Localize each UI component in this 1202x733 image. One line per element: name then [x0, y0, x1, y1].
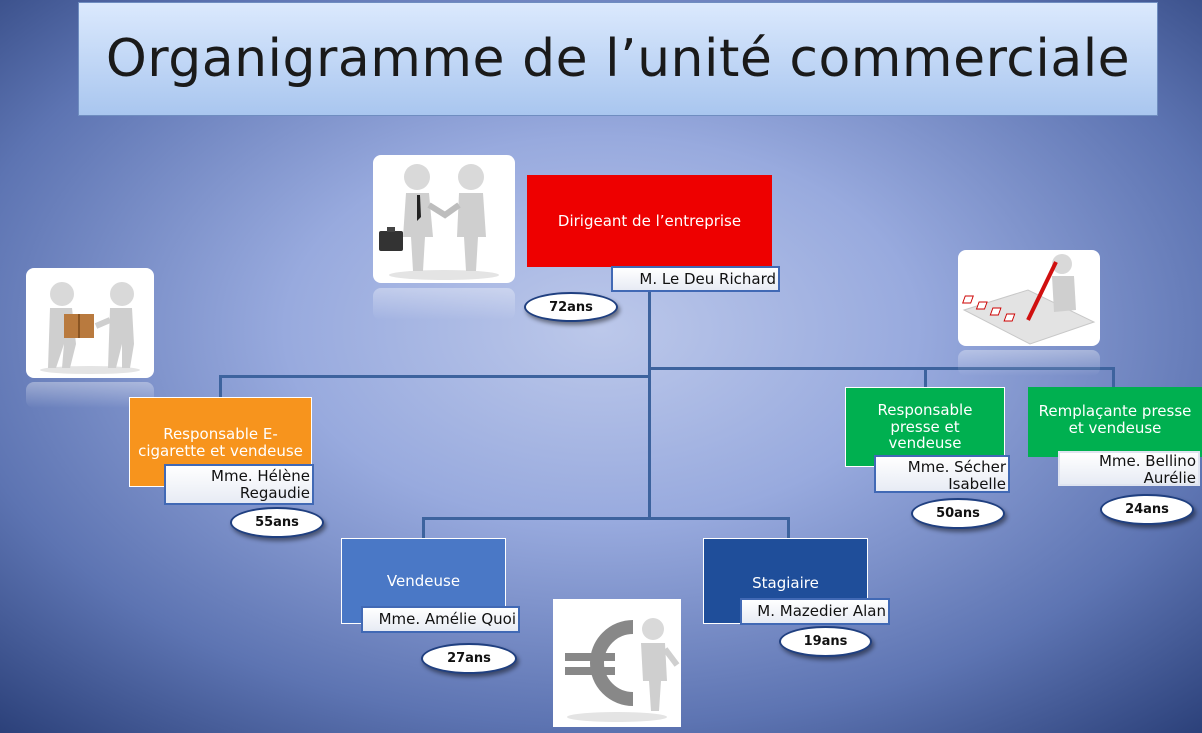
checklist-icon: [962, 254, 1096, 345]
node-remplacante-role: Remplaçante presse et vendeuse: [1028, 387, 1202, 457]
node-remplacante-name: Mme. Bellino Aurélie: [1058, 451, 1200, 487]
node-stagiaire-age: 19ans: [779, 626, 872, 657]
connector-line: [422, 517, 425, 540]
delivery-picture: [26, 268, 154, 378]
node-presse-age: 50ans: [911, 498, 1005, 529]
title-banner: Organigramme de l’unité commerciale: [78, 2, 1158, 116]
node-remplacante-age: 24ans: [1100, 494, 1194, 525]
node-presse-name: Mme. Sécher Isabelle: [874, 455, 1010, 493]
handshake-icon: [379, 164, 499, 280]
connector-line: [924, 367, 927, 389]
node-vendeuse-age: 27ans: [421, 643, 517, 674]
node-stagiaire-name: M. Mazedier Alan: [740, 598, 890, 625]
euro-icon: [565, 618, 680, 722]
connector-line: [787, 517, 790, 540]
connector-line: [219, 375, 651, 378]
euro-picture: [553, 599, 681, 727]
checklist-picture: [958, 250, 1100, 346]
node-vendeuse-name: Mme. Amélie Quoi: [361, 606, 520, 633]
node-ecig-name: Mme. Hélène Regaudie: [164, 464, 314, 505]
node-ecig-age: 55ans: [230, 507, 324, 538]
connector-line: [648, 292, 651, 520]
picture-reflection: [958, 350, 1100, 376]
connector-line: [1112, 367, 1115, 389]
connector-line: [219, 375, 222, 399]
connector-line: [422, 517, 790, 520]
page-title: Organigramme de l’unité commerciale: [105, 29, 1131, 89]
node-dirigeant-name: M. Le Deu Richard: [611, 266, 780, 292]
handshake-picture: [373, 155, 515, 283]
package-delivery-icon: [40, 282, 140, 374]
node-dirigeant-age: 72ans: [524, 292, 618, 322]
picture-reflection: [373, 288, 515, 320]
node-dirigeant-role: Dirigeant de l’entreprise: [527, 175, 772, 267]
